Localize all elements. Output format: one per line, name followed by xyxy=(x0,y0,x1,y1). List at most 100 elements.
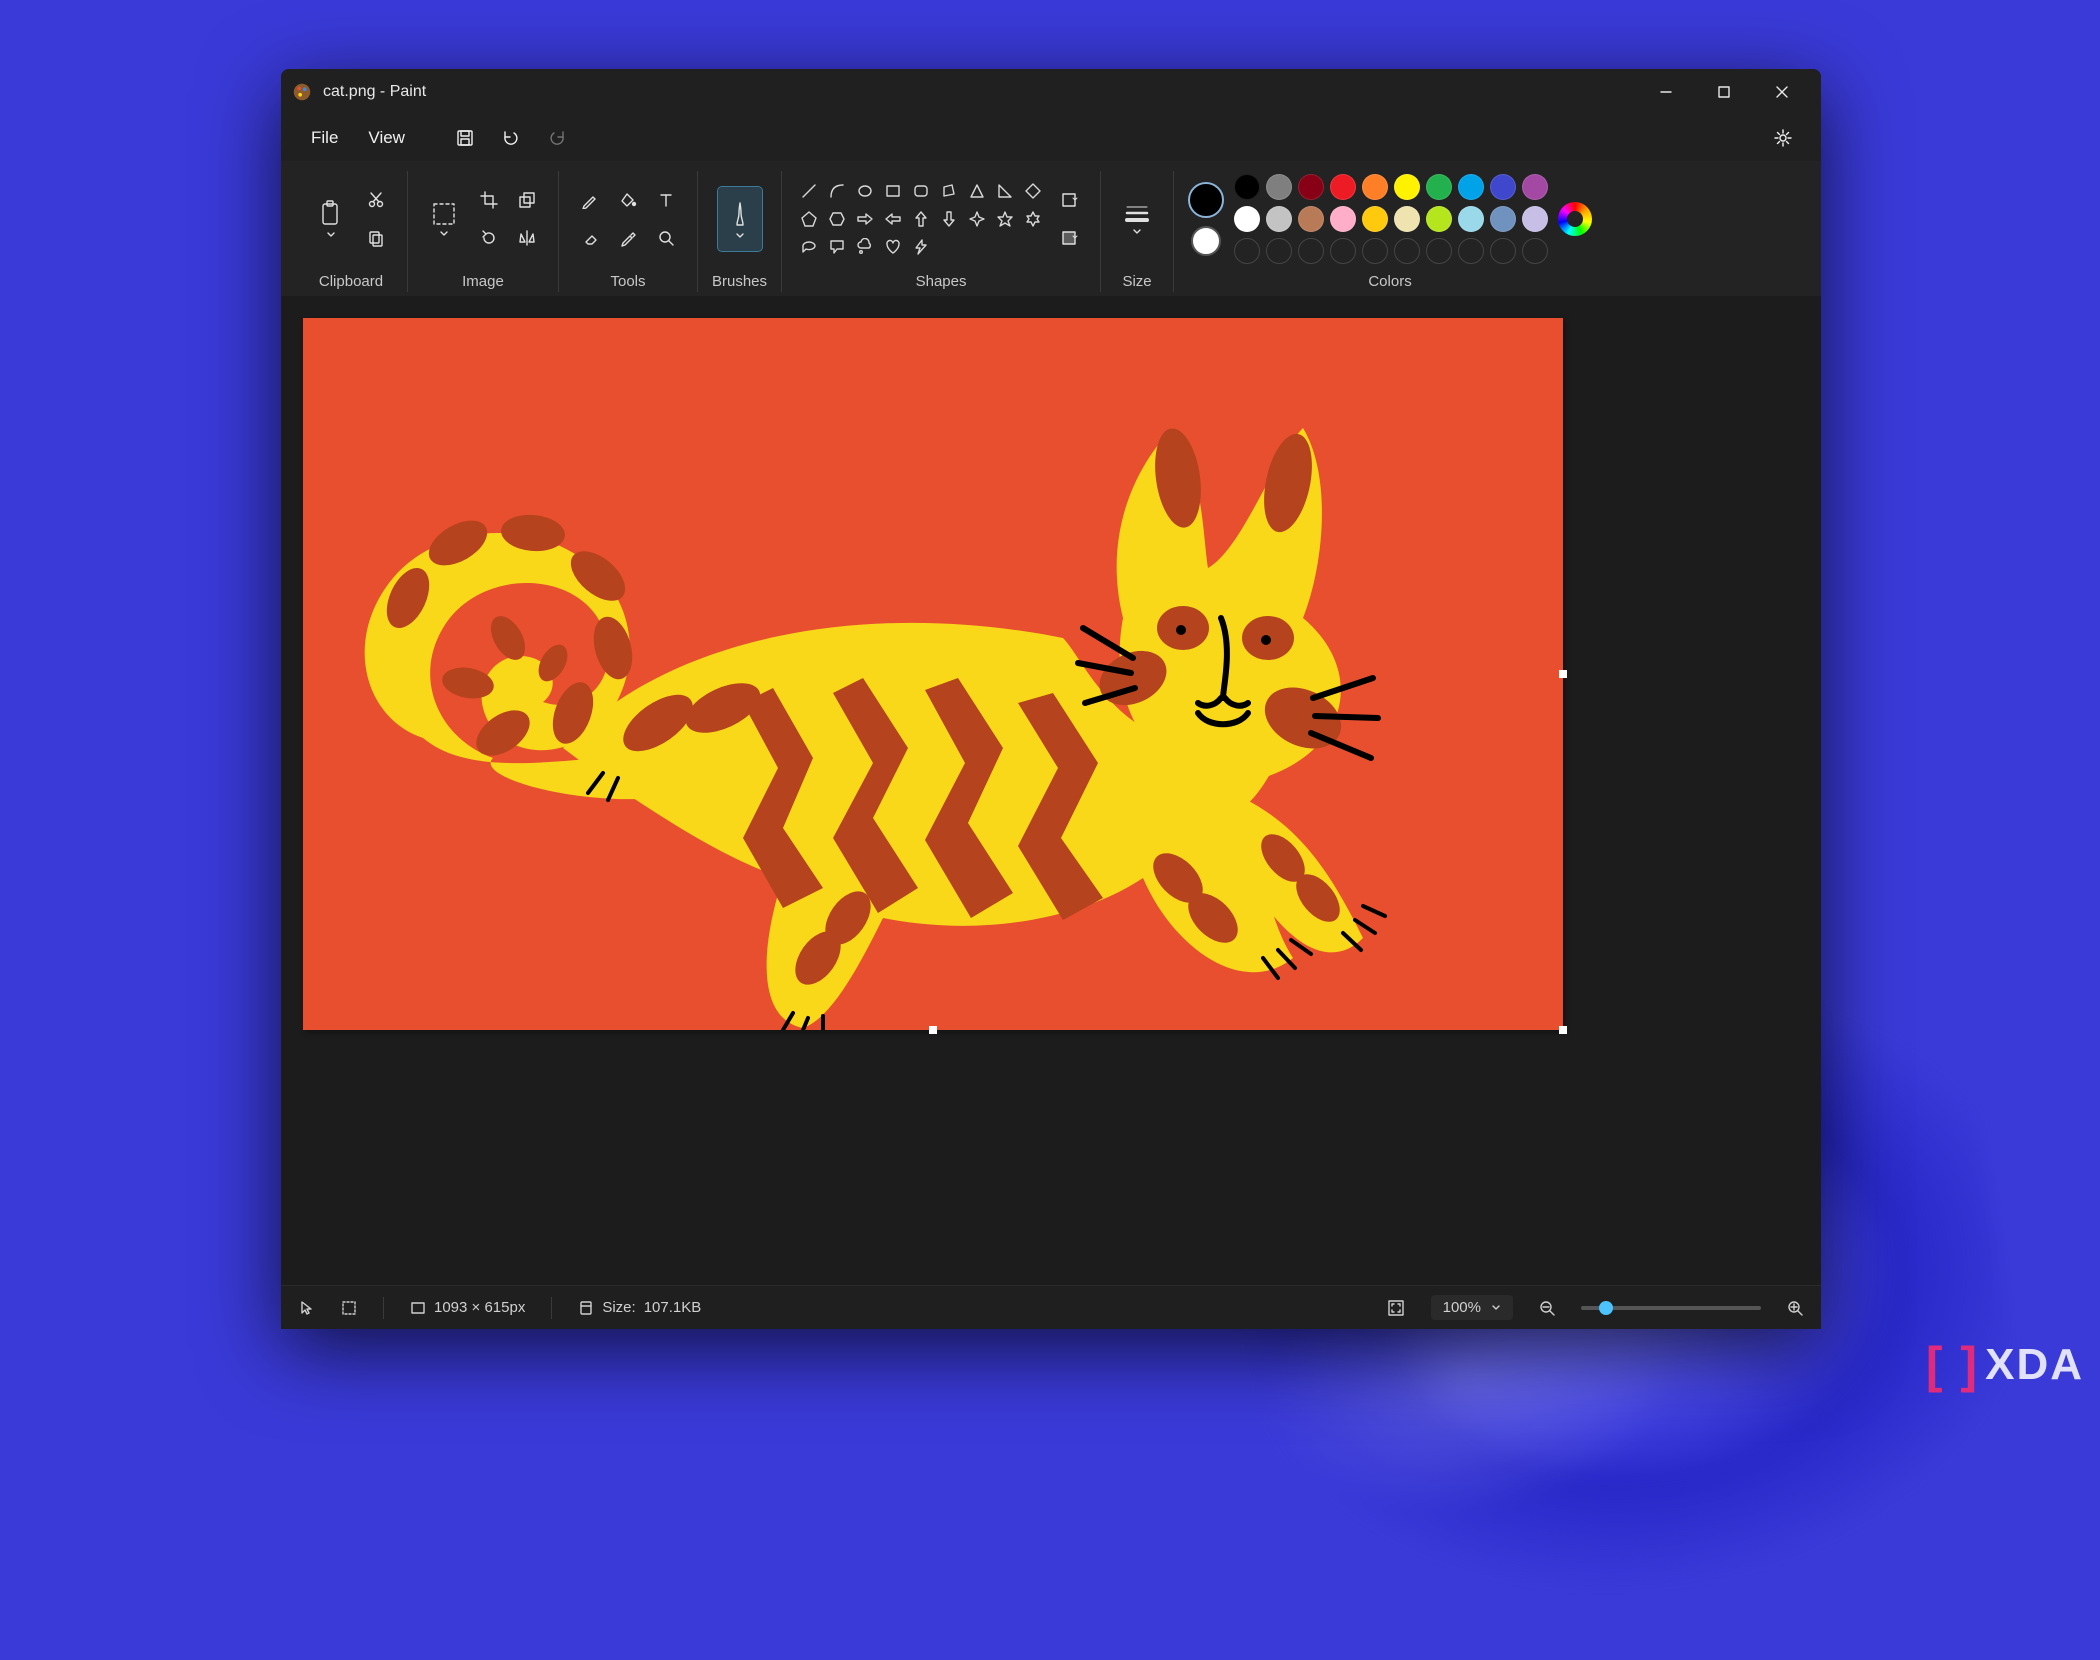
zoom-slider-thumb[interactable] xyxy=(1599,1301,1613,1315)
shape-diamond[interactable] xyxy=(1020,178,1046,204)
color-swatch[interactable] xyxy=(1330,174,1356,200)
shape-callout-rect[interactable] xyxy=(824,234,850,260)
ribbon-group-size: Size xyxy=(1101,171,1174,292)
cursor-tool-indicator xyxy=(299,1300,315,1316)
custom-color-slot[interactable] xyxy=(1522,238,1548,264)
shape-arrow-up[interactable] xyxy=(908,206,934,232)
resize-handle-bottom[interactable] xyxy=(929,1026,937,1034)
paint-app-icon xyxy=(291,81,313,103)
resize-handle-right[interactable] xyxy=(1559,670,1567,678)
redo-button[interactable] xyxy=(537,118,577,158)
color-swatch[interactable] xyxy=(1490,174,1516,200)
color-swatch[interactable] xyxy=(1522,174,1548,200)
shape-star6[interactable] xyxy=(1020,206,1046,232)
color-swatch[interactable] xyxy=(1394,174,1420,200)
zoom-in-button[interactable] xyxy=(1787,1300,1803,1316)
shape-star4[interactable] xyxy=(964,206,990,232)
pencil-tool[interactable] xyxy=(573,183,607,217)
color-swatch[interactable] xyxy=(1458,174,1484,200)
custom-color-slot[interactable] xyxy=(1234,238,1260,264)
zoom-level-dropdown[interactable]: 100% xyxy=(1431,1295,1513,1320)
edit-colors-button[interactable] xyxy=(1558,202,1592,236)
color-swatch[interactable] xyxy=(1362,206,1388,232)
shape-lightning[interactable] xyxy=(908,234,934,260)
shape-oval[interactable] xyxy=(852,178,878,204)
canvas-workspace[interactable] xyxy=(281,296,1821,1285)
custom-color-slot[interactable] xyxy=(1426,238,1452,264)
text-tool[interactable] xyxy=(649,183,683,217)
custom-color-slot[interactable] xyxy=(1330,238,1356,264)
copy-button[interactable] xyxy=(359,221,393,255)
color-swatch[interactable] xyxy=(1298,174,1324,200)
cut-button[interactable] xyxy=(359,183,393,217)
color-secondary[interactable] xyxy=(1191,226,1221,256)
color-swatch[interactable] xyxy=(1234,174,1260,200)
custom-color-slot[interactable] xyxy=(1298,238,1324,264)
settings-button[interactable] xyxy=(1763,118,1803,158)
menu-view[interactable]: View xyxy=(356,122,417,154)
shape-hexagon[interactable] xyxy=(824,206,850,232)
shape-arrow-down[interactable] xyxy=(936,206,962,232)
shape-line[interactable] xyxy=(796,178,822,204)
crop-button[interactable] xyxy=(472,183,506,217)
save-button[interactable] xyxy=(445,118,485,158)
color-swatch[interactable] xyxy=(1458,206,1484,232)
color-swatch[interactable] xyxy=(1490,206,1516,232)
shape-triangle[interactable] xyxy=(964,178,990,204)
shape-curve[interactable] xyxy=(824,178,850,204)
color-swatch[interactable] xyxy=(1426,174,1452,200)
size-button[interactable] xyxy=(1115,187,1159,251)
color-swatch[interactable] xyxy=(1522,206,1548,232)
minimize-button[interactable] xyxy=(1637,69,1695,115)
close-button[interactable] xyxy=(1753,69,1811,115)
shape-fill-button[interactable] xyxy=(1052,221,1086,255)
brush-button[interactable] xyxy=(718,187,762,251)
shape-roundrect[interactable] xyxy=(908,178,934,204)
ribbon-label-brushes: Brushes xyxy=(712,267,767,292)
shape-pentagon[interactable] xyxy=(796,206,822,232)
titlebar[interactable]: cat.png - Paint xyxy=(281,69,1821,115)
custom-color-slot[interactable] xyxy=(1490,238,1516,264)
ribbon-group-clipboard: Clipboard xyxy=(295,171,408,292)
menu-file[interactable]: File xyxy=(299,122,350,154)
color-swatch[interactable] xyxy=(1362,174,1388,200)
color-swatch[interactable] xyxy=(1266,174,1292,200)
select-button[interactable] xyxy=(422,187,466,251)
undo-button[interactable] xyxy=(491,118,531,158)
shape-outline-button[interactable] xyxy=(1052,183,1086,217)
color-swatch[interactable] xyxy=(1266,206,1292,232)
shape-callout-cloud[interactable] xyxy=(852,234,878,260)
shape-callout-round[interactable] xyxy=(796,234,822,260)
eraser-tool[interactable] xyxy=(573,221,607,255)
eyedropper-tool[interactable] xyxy=(611,221,645,255)
custom-color-slot[interactable] xyxy=(1266,238,1292,264)
custom-color-slot[interactable] xyxy=(1458,238,1484,264)
shape-heart[interactable] xyxy=(880,234,906,260)
fill-tool[interactable] xyxy=(611,183,645,217)
shape-arrow-left[interactable] xyxy=(880,206,906,232)
shape-rect[interactable] xyxy=(880,178,906,204)
shape-arrow-right[interactable] xyxy=(852,206,878,232)
color-swatch[interactable] xyxy=(1234,206,1260,232)
shape-star5[interactable] xyxy=(992,206,1018,232)
resize-handle-corner[interactable] xyxy=(1559,1026,1567,1034)
custom-color-slot[interactable] xyxy=(1362,238,1388,264)
zoom-out-button[interactable] xyxy=(1539,1300,1555,1316)
rotate-button[interactable] xyxy=(472,221,506,255)
color-swatch[interactable] xyxy=(1394,206,1420,232)
paste-button[interactable] xyxy=(309,187,353,251)
zoom-slider[interactable] xyxy=(1581,1306,1761,1310)
fit-to-window-button[interactable] xyxy=(1387,1299,1405,1317)
magnifier-tool[interactable] xyxy=(649,221,683,255)
color-swatch[interactable] xyxy=(1298,206,1324,232)
color-primary[interactable] xyxy=(1188,182,1224,218)
canvas[interactable] xyxy=(303,318,1563,1030)
color-swatch[interactable] xyxy=(1330,206,1356,232)
shape-polygon[interactable] xyxy=(936,178,962,204)
flip-button[interactable] xyxy=(510,221,544,255)
resize-button[interactable] xyxy=(510,183,544,217)
maximize-button[interactable] xyxy=(1695,69,1753,115)
custom-color-slot[interactable] xyxy=(1394,238,1420,264)
shape-right-triangle[interactable] xyxy=(992,178,1018,204)
color-swatch[interactable] xyxy=(1426,206,1452,232)
